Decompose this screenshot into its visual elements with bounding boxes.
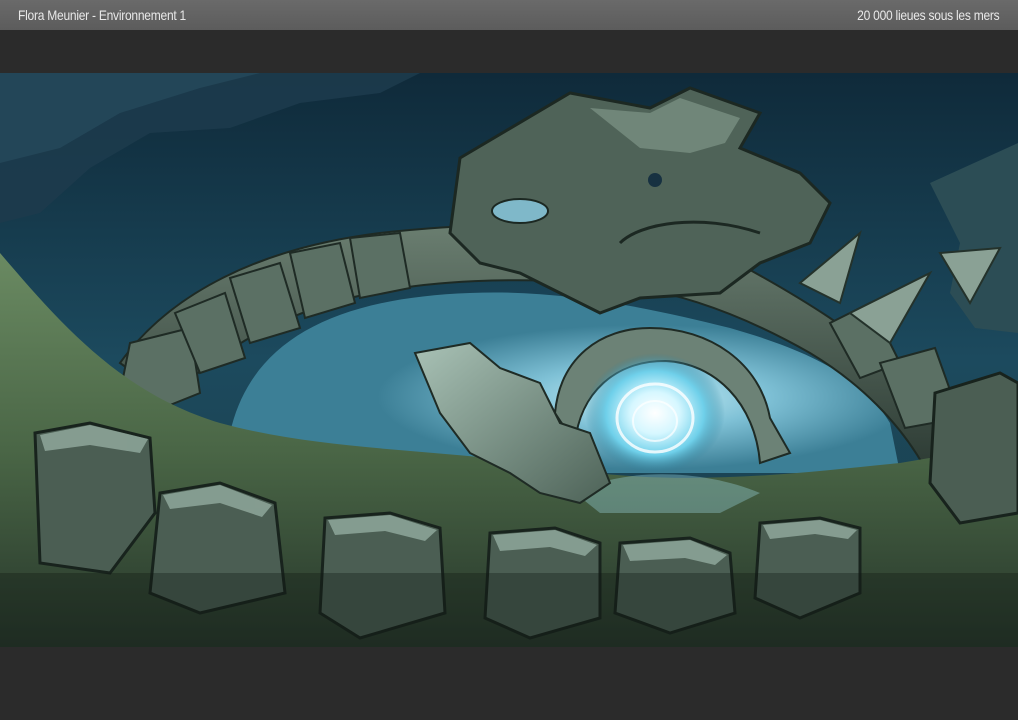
skull-hole bbox=[648, 173, 662, 187]
bottom-letterbox-band bbox=[0, 647, 1018, 720]
artist-title: Flora Meunier - Environnement 1 bbox=[18, 7, 187, 23]
project-title: 20 000 lieues sous les mers bbox=[856, 7, 1000, 23]
environment-artwork bbox=[0, 73, 1018, 647]
glowing-portal bbox=[585, 353, 725, 473]
skull-eye bbox=[491, 198, 549, 224]
portfolio-page: Flora Meunier - Environnement 1 20 000 l… bbox=[0, 0, 1018, 720]
top-letterbox-band bbox=[0, 30, 1018, 73]
header-bar: Flora Meunier - Environnement 1 20 000 l… bbox=[0, 0, 1018, 30]
artwork-canvas bbox=[0, 73, 1018, 647]
